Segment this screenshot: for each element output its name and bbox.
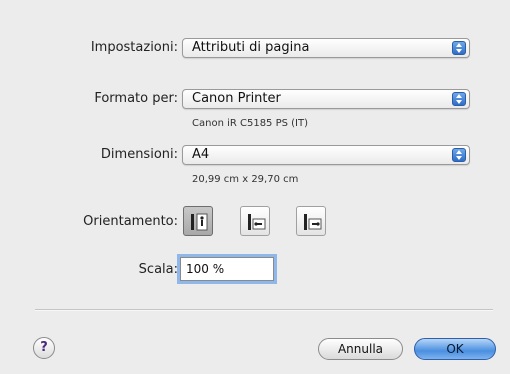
settings-label: Impostazioni:	[90, 40, 178, 55]
paper-size-popup[interactable]: A4	[182, 145, 470, 165]
paper-size-popup-value: A4	[192, 147, 210, 162]
ok-button[interactable]: OK	[414, 338, 496, 360]
orientation-landscape-left-button[interactable]	[240, 206, 270, 236]
paper-size-label: Dimensioni:	[100, 147, 178, 162]
format-popup-value: Canon Printer	[192, 91, 281, 106]
settings-popup-value: Attributi di pagina	[192, 40, 310, 55]
cancel-button[interactable]: Annulla	[318, 338, 403, 360]
scale-label: Scala:	[138, 262, 178, 277]
popup-arrows-icon	[452, 148, 466, 162]
paper-dimensions-text: 20,99 cm x 29,70 cm	[192, 174, 299, 185]
popup-arrows-icon	[452, 92, 466, 106]
page-setup-dialog: Impostazioni: Attributi di pagina Format…	[0, 0, 510, 374]
popup-arrows-icon	[452, 41, 466, 55]
help-button[interactable]: ?	[33, 337, 55, 359]
divider	[35, 309, 493, 311]
orientation-label: Orientamento:	[83, 214, 178, 229]
orientation-portrait-button[interactable]	[183, 206, 213, 236]
settings-popup[interactable]: Attributi di pagina	[182, 38, 470, 58]
scale-input[interactable]	[180, 257, 274, 281]
orientation-landscape-right-button[interactable]	[296, 206, 326, 236]
portrait-orientation-icon	[191, 213, 208, 231]
printer-model-text: Canon iR C5185 PS (IT)	[192, 118, 309, 129]
format-popup[interactable]: Canon Printer	[182, 89, 470, 109]
landscape-left-orientation-icon	[248, 214, 266, 230]
format-label: Formato per:	[94, 91, 178, 106]
landscape-right-orientation-icon	[304, 214, 322, 230]
